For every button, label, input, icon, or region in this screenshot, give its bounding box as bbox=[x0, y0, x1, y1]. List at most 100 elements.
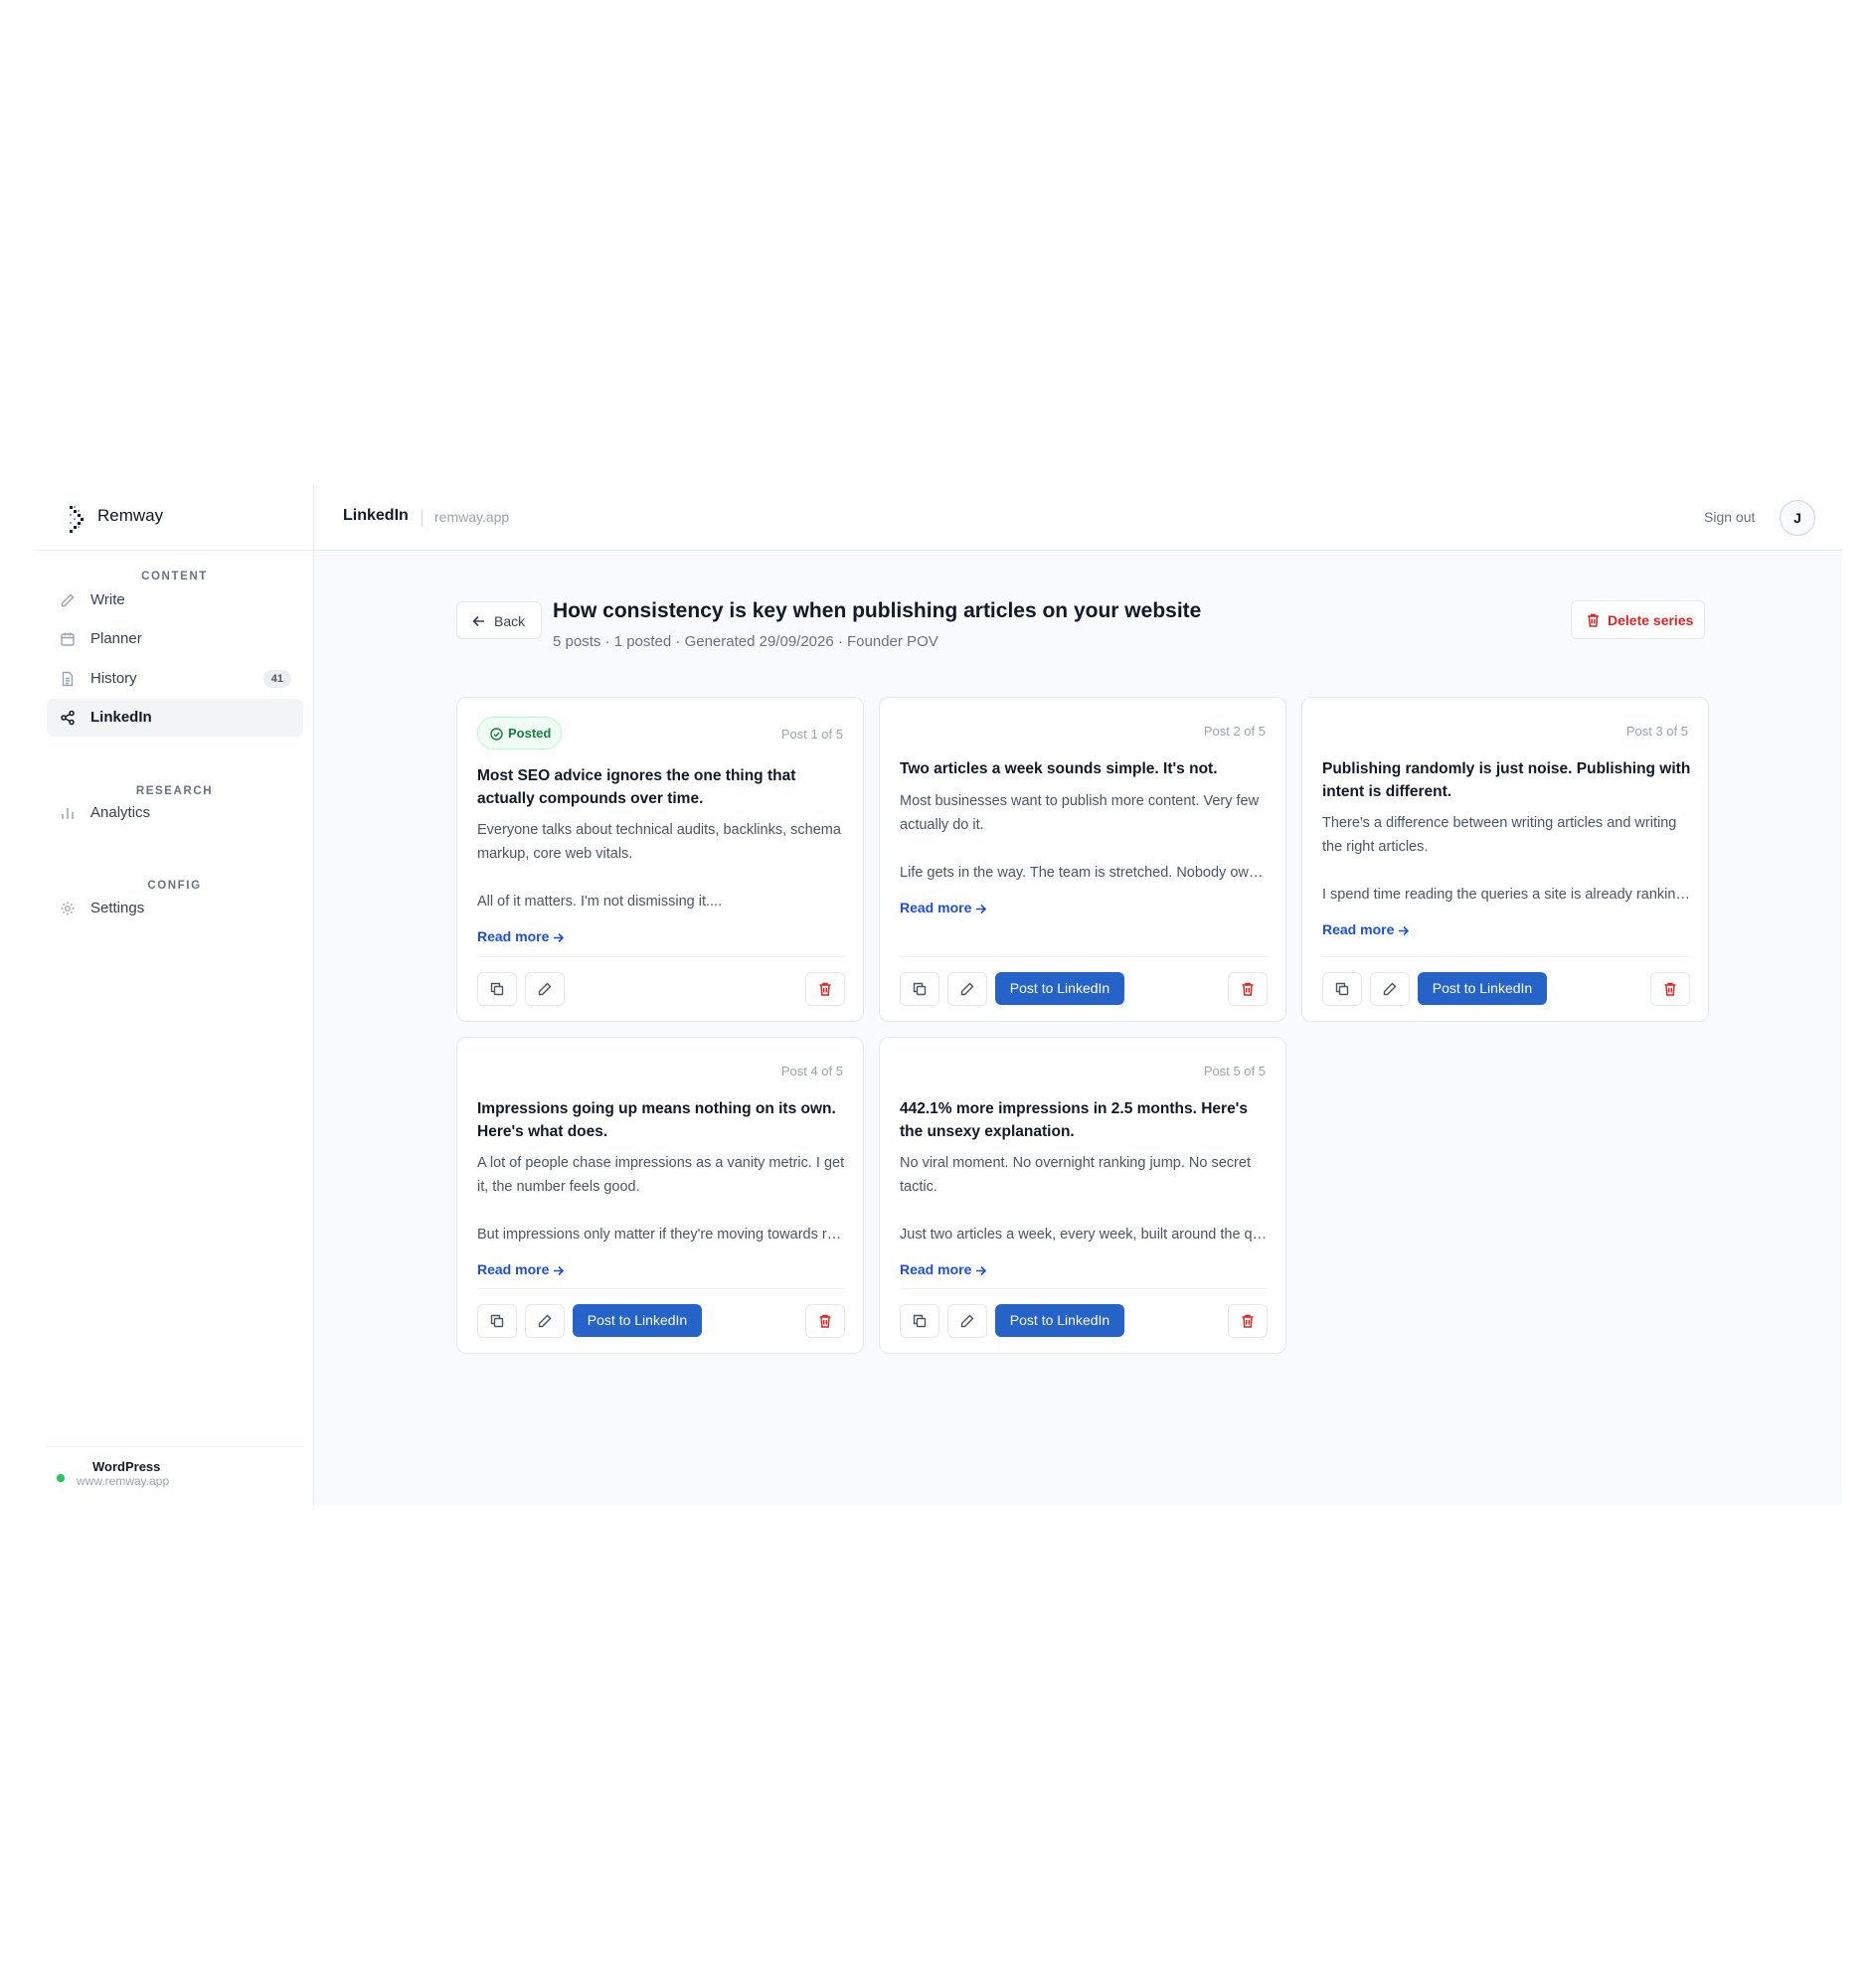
copy-button[interactable] bbox=[900, 972, 939, 1006]
post-index: Post 1 of 5 bbox=[780, 727, 843, 742]
calendar-icon bbox=[61, 632, 75, 646]
copy-button[interactable] bbox=[900, 1304, 939, 1338]
sidebar-item-history[interactable]: History 41 bbox=[47, 660, 303, 698]
post-excerpt: Life gets in the way. The team is stretc… bbox=[900, 865, 1270, 881]
sidebar-item-settings[interactable]: Settings bbox=[47, 890, 303, 927]
read-more-link[interactable]: Read more bbox=[477, 928, 565, 944]
posted-label: Posted bbox=[508, 726, 552, 741]
gear-icon bbox=[61, 902, 75, 915]
bar-chart-icon bbox=[62, 808, 74, 819]
site-status-dot bbox=[57, 1474, 65, 1482]
post-title: Two articles a week sounds simple. It's … bbox=[900, 760, 1218, 777]
post-excerpt: Just two articles a week, every week, bu… bbox=[900, 1227, 1270, 1242]
edit-button[interactable] bbox=[525, 972, 565, 1006]
read-more-link[interactable]: Read more bbox=[1322, 921, 1410, 937]
copy-icon bbox=[490, 1314, 504, 1328]
copy-icon bbox=[913, 982, 927, 996]
document-icon bbox=[62, 671, 74, 687]
card-divider bbox=[900, 956, 1268, 957]
posted-badge: Posted bbox=[477, 717, 562, 749]
delete-post-button[interactable] bbox=[805, 972, 845, 1006]
post-excerpt: But impressions only matter if they're m… bbox=[477, 1227, 847, 1242]
read-more-label: Read more bbox=[477, 1261, 550, 1277]
post-body: There's a difference between writing art… bbox=[1322, 811, 1692, 907]
edit-button[interactable] bbox=[947, 1304, 987, 1338]
delete-post-button[interactable] bbox=[1228, 1304, 1268, 1338]
copy-button[interactable] bbox=[477, 1304, 517, 1338]
back-label: Back bbox=[494, 613, 526, 629]
share-icon bbox=[61, 710, 75, 726]
site-url: www.remway.app bbox=[77, 1474, 170, 1488]
post-excerpt: I spend time reading the queries a site … bbox=[1322, 887, 1692, 903]
post-paragraph: A lot of people chase impressions as a v… bbox=[477, 1155, 845, 1195]
post-to-linkedin-button[interactable]: Post to LinkedIn bbox=[995, 972, 1124, 1005]
arrow-right-icon bbox=[554, 932, 565, 942]
sidebar-item-write[interactable]: Write bbox=[47, 581, 303, 619]
post-title: Publishing randomly is just noise. Publi… bbox=[1322, 760, 1691, 800]
sidebar-item-linkedin[interactable]: LinkedIn bbox=[47, 699, 303, 737]
read-more-link[interactable]: Read more bbox=[900, 900, 987, 915]
delete-post-button[interactable] bbox=[1650, 972, 1690, 1006]
post-body: No viral moment. No overnight ranking ju… bbox=[900, 1151, 1270, 1246]
site-name: WordPress bbox=[92, 1459, 161, 1474]
edit-button[interactable] bbox=[947, 972, 987, 1006]
arrow-right-icon bbox=[1399, 925, 1410, 935]
app-window: Remway CONTENT Write Planner History 41 … bbox=[35, 485, 1842, 1505]
post-body: Most businesses want to publish more con… bbox=[900, 789, 1270, 885]
sidebar-item-label: Analytics bbox=[90, 804, 151, 821]
delete-series-button[interactable]: Delete series bbox=[1571, 600, 1705, 639]
sidebar-item-analytics[interactable]: Analytics bbox=[47, 794, 303, 832]
site-domain: remway.app bbox=[434, 509, 510, 525]
card-divider bbox=[477, 1288, 845, 1289]
sidebar: Remway CONTENT Write Planner History 41 … bbox=[35, 485, 314, 1505]
post-index: Post 3 of 5 bbox=[1625, 724, 1688, 739]
arrow-right-icon bbox=[976, 904, 987, 913]
avatar[interactable]: J bbox=[1780, 500, 1815, 536]
sidebar-item-label: History bbox=[90, 670, 137, 687]
copy-button[interactable] bbox=[1322, 972, 1362, 1006]
edit-button[interactable] bbox=[1370, 972, 1410, 1006]
trash-icon bbox=[1242, 1314, 1254, 1328]
trash-icon bbox=[819, 1314, 831, 1328]
arrow-left-icon bbox=[472, 615, 484, 627]
sidebar-item-label: Settings bbox=[90, 900, 145, 916]
post-card-1: Posted Post 1 of 5 Most SEO advice ignor… bbox=[456, 697, 864, 1022]
series-meta: 5 posts · 1 posted · Generated 29/09/202… bbox=[553, 633, 938, 650]
pencil-icon bbox=[960, 982, 974, 996]
connected-site[interactable]: WordPress www.remway.app bbox=[47, 1446, 303, 1505]
post-paragraph: There's a difference between writing art… bbox=[1322, 815, 1677, 855]
delete-post-button[interactable] bbox=[1228, 972, 1268, 1006]
history-count-badge: 41 bbox=[262, 670, 291, 688]
read-more-link[interactable]: Read more bbox=[477, 1261, 565, 1277]
trash-icon bbox=[819, 982, 831, 996]
copy-button[interactable] bbox=[477, 972, 517, 1006]
post-body: Everyone talks about technical audits, b… bbox=[477, 818, 847, 913]
pencil-icon bbox=[61, 593, 75, 607]
read-more-label: Read more bbox=[900, 900, 972, 915]
read-more-link[interactable]: Read more bbox=[900, 1261, 987, 1277]
post-to-linkedin-button[interactable]: Post to LinkedIn bbox=[995, 1304, 1124, 1337]
pencil-icon bbox=[538, 982, 552, 996]
copy-icon bbox=[913, 1314, 927, 1328]
sidebar-item-label: Write bbox=[90, 591, 125, 608]
post-card-4: Post 4 of 5 Impressions going up means n… bbox=[456, 1037, 864, 1354]
topbar: LinkedIn remway.app Sign out J bbox=[314, 485, 1842, 551]
post-paragraph: No viral moment. No overnight ranking ju… bbox=[900, 1155, 1251, 1195]
post-to-linkedin-button[interactable]: Post to LinkedIn bbox=[573, 1304, 702, 1337]
post-card-3: Post 3 of 5 Publishing randomly is just … bbox=[1301, 697, 1709, 1022]
sign-out-link[interactable]: Sign out bbox=[1704, 509, 1755, 525]
edit-button[interactable] bbox=[525, 1304, 565, 1338]
sidebar-item-label: Planner bbox=[90, 630, 142, 647]
post-paragraph: Most businesses want to publish more con… bbox=[900, 793, 1260, 833]
series-title: How consistency is key when publishing a… bbox=[553, 599, 1202, 622]
brand[interactable]: Remway bbox=[35, 485, 314, 551]
delete-post-button[interactable] bbox=[805, 1304, 845, 1338]
read-more-label: Read more bbox=[900, 1261, 972, 1277]
back-button[interactable]: Back bbox=[456, 601, 542, 639]
post-title: Impressions going up means nothing on it… bbox=[477, 1100, 836, 1140]
post-title: Most SEO advice ignores the one thing th… bbox=[477, 767, 796, 807]
arrow-right-icon bbox=[976, 1265, 987, 1275]
card-divider bbox=[900, 1288, 1268, 1289]
post-to-linkedin-button[interactable]: Post to LinkedIn bbox=[1418, 972, 1547, 1005]
sidebar-item-planner[interactable]: Planner bbox=[47, 620, 303, 658]
